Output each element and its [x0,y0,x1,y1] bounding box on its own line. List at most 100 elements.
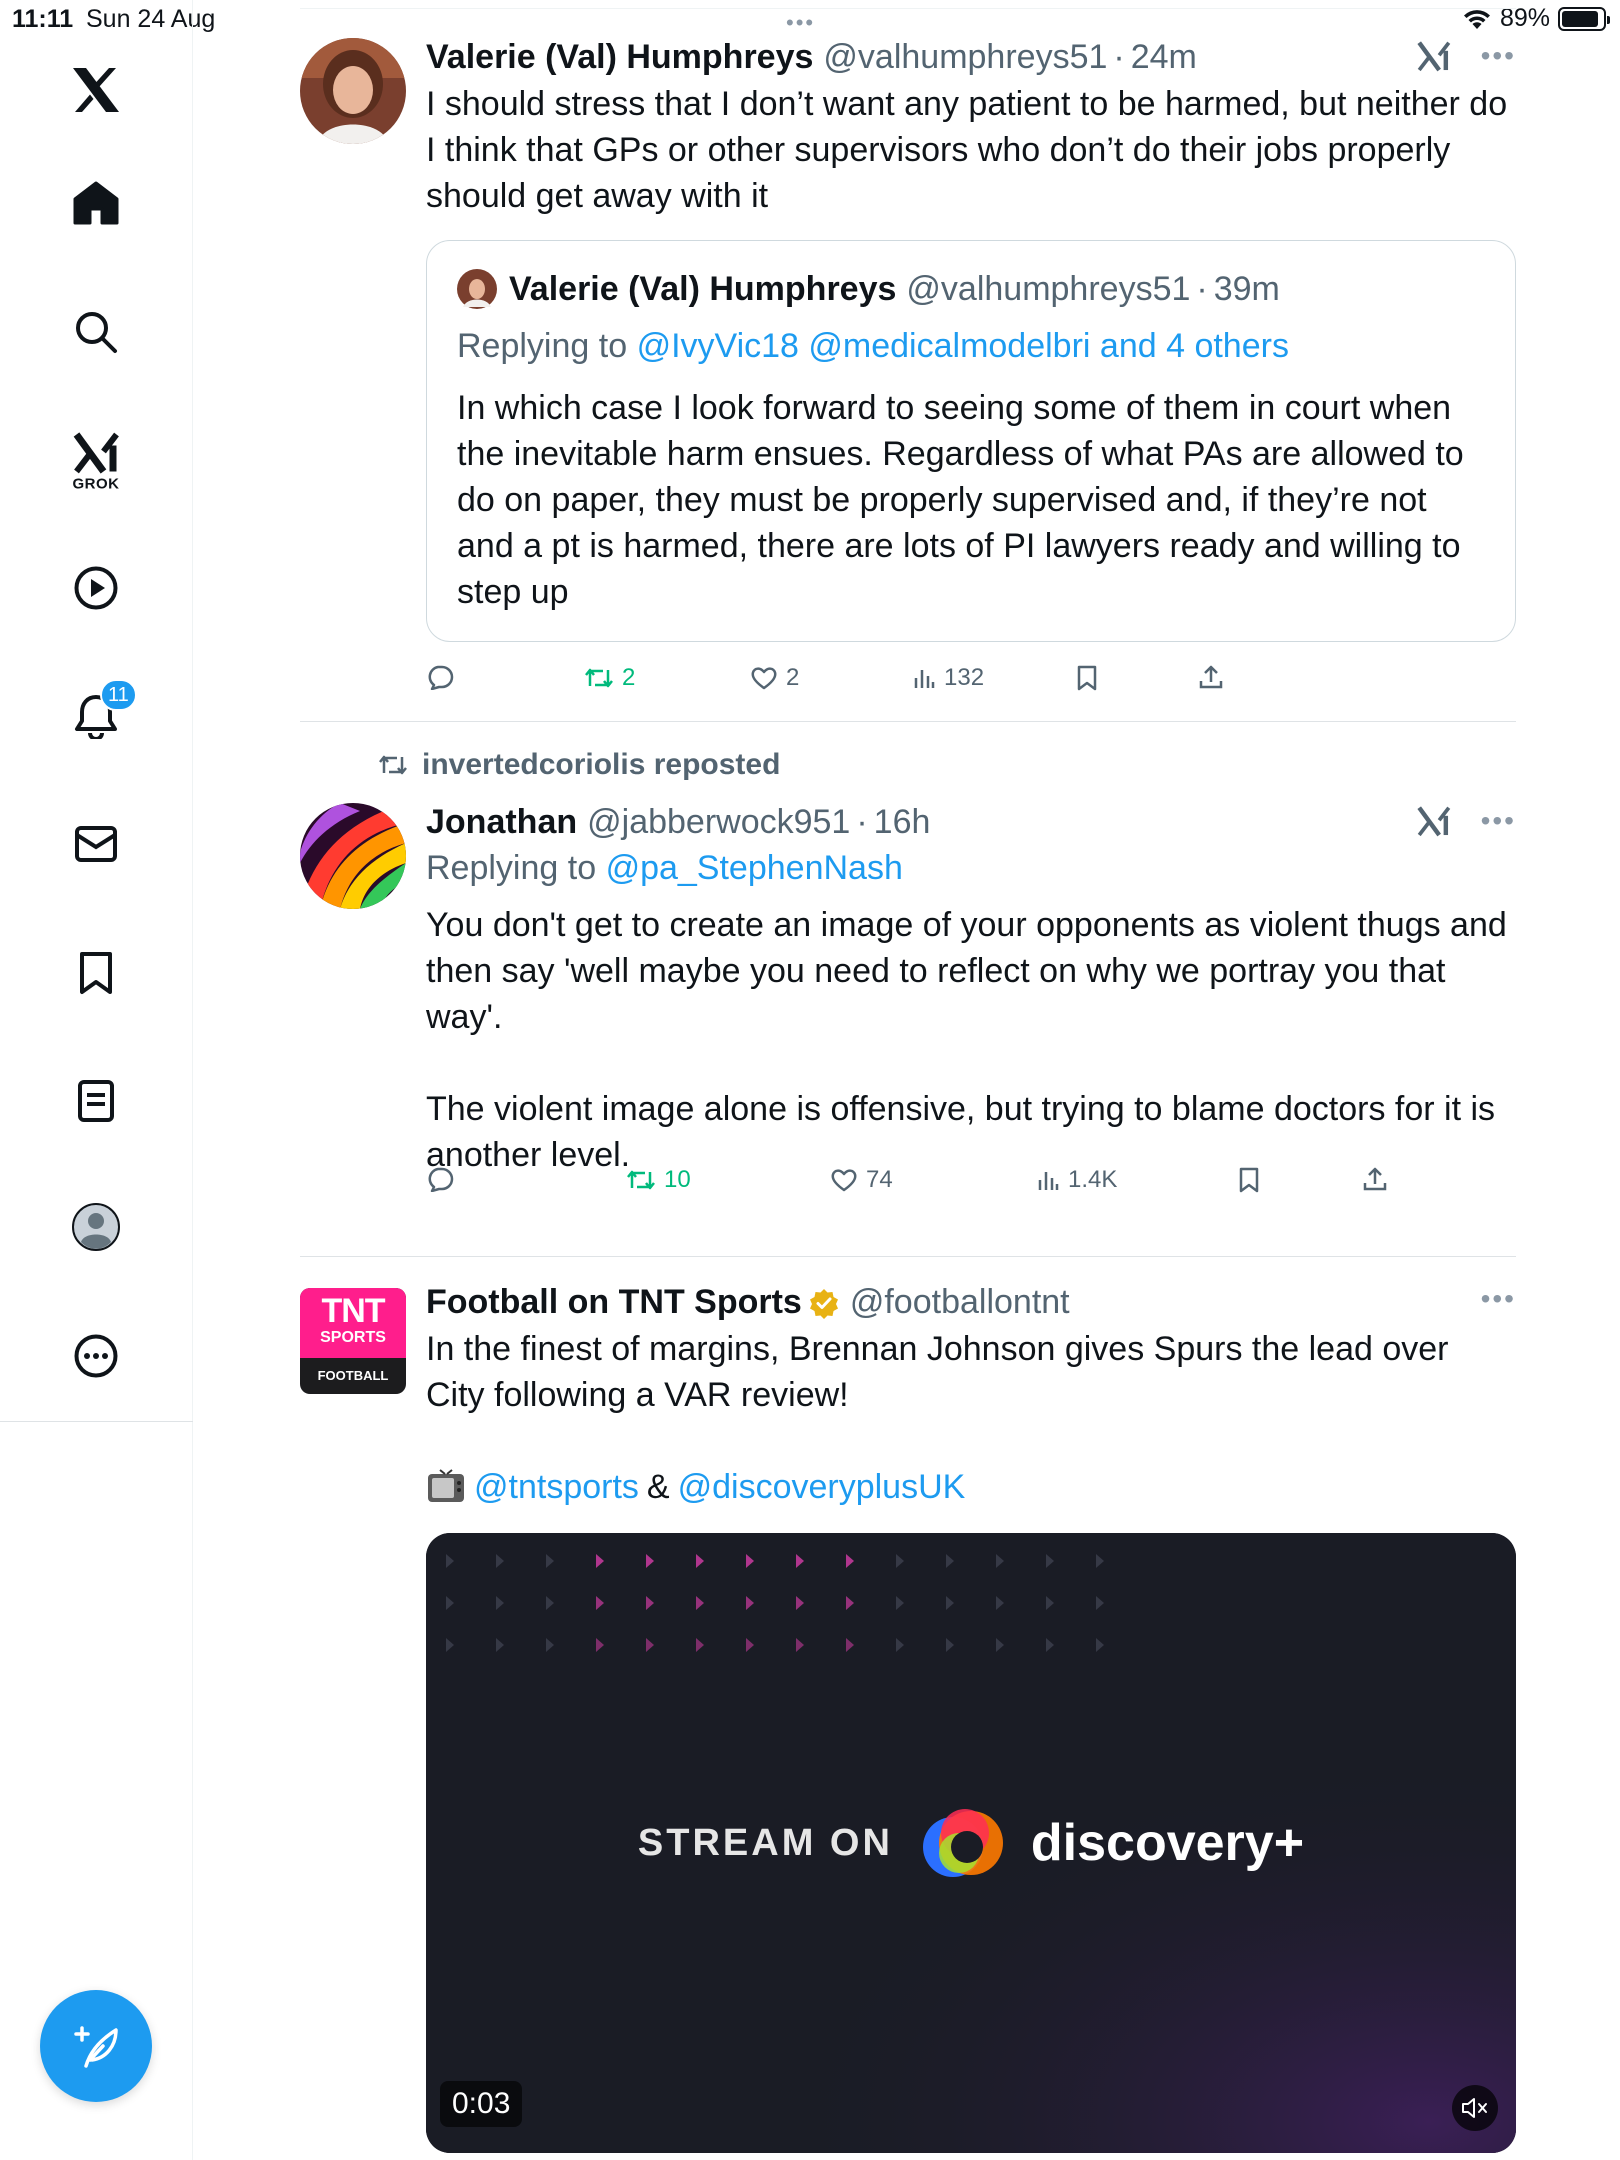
post-time[interactable]: 16h [874,803,931,842]
replying-to-handle[interactable]: @pa_StephenNash [606,849,903,887]
more-options-icon[interactable]: ••• [1481,40,1516,72]
profile-avatar-icon[interactable] [71,1202,121,1252]
home-icon[interactable] [73,181,119,225]
repost-count: 2 [622,664,636,691]
messages-mail-icon[interactable] [74,825,118,863]
post-tnt-sports[interactable]: TNT SPORTS FOOTBALL Football on TNT Spor… [300,1283,1516,2153]
avatar-tnt-text: TNT [321,1292,385,1330]
post-actions: 2 2 132 [426,664,1516,704]
more-options-icon[interactable]: ••• [1481,805,1516,837]
post-text: In the finest of margins, Brennan Johnso… [426,1330,1458,1414]
share-icon [1363,1167,1387,1191]
like-button[interactable]: 2 [750,664,799,692]
stream-on-text: STREAM ON [637,1821,893,1864]
top-divider [300,8,1516,9]
stream-on-banner: STREAM ON discovery+ [426,1803,1516,1883]
sidebar-divider [0,1421,193,1422]
views-button[interactable]: 132 [912,664,984,692]
quote-time: 39m [1213,269,1280,308]
post-text: You don't get to create an image of your… [426,906,1507,1174]
quote-text: In which case I look forward to seeing s… [457,389,1474,611]
replying-to-handles[interactable]: @IvyVic18 @medicalmodelbri and 4 others [637,327,1289,365]
video-play-icon[interactable] [73,565,119,611]
compose-post-button[interactable] [40,1990,152,2102]
views-chart-icon [914,670,935,688]
author-handle[interactable]: @footballontnt [850,1283,1070,1322]
bookmark-button[interactable] [1238,1166,1260,1194]
discovery-plus-text: discovery+ [1030,1814,1305,1872]
post-divider [300,1256,1516,1257]
grok-icon[interactable] [1417,803,1451,839]
post-valerie[interactable]: Valerie (Val) Humphreys @valhumphreys51 … [300,38,1517,691]
post-top-icons: ••• [1417,803,1516,839]
author-name[interactable]: Valerie (Val) Humphreys [426,38,813,77]
status-bar: 11:11 Sun 24 Aug ••• 89% [0,0,1620,40]
bookmark-icon [1239,1167,1259,1193]
views-count: 132 [944,664,985,691]
reply-icon [428,665,454,690]
reposted-by[interactable]: invertedcoriolis reposted [378,748,780,782]
avatar[interactable]: TNT SPORTS FOOTBALL [300,1288,406,1394]
post-text: I should stress that I don’t want any pa… [426,85,1517,215]
repost-icon [379,755,407,775]
video-timestamp: 0:03 [440,2081,523,2127]
quote-avatar [457,269,497,309]
replying-to: Replying to @pa_StephenNash [426,849,1516,888]
share-button[interactable] [1198,664,1224,690]
mute-button[interactable] [1452,2085,1498,2131]
more-options-icon[interactable]: ••• [1481,1283,1516,1315]
mention-discoveryplus[interactable]: @discoveryplusUK [678,1464,966,1510]
post-jonathan[interactable]: invertedcoriolis reposted Jonathan @jabb… [300,748,1516,1218]
grok-icon[interactable]: GROK [73,432,120,493]
replying-prefix: Replying to [426,849,597,887]
repost-button[interactable]: 2 [584,664,635,692]
post-divider [300,721,1516,722]
reply-button[interactable] [426,1166,454,1192]
post-mentions: @tntsports & @discoveryplusUK [426,1464,1516,1510]
share-icon [1199,665,1223,689]
separator-dot: · [1196,269,1208,308]
author-name[interactable]: Jonathan [426,803,577,842]
bookmarks-icon[interactable] [78,951,114,995]
sidebar: GROK 11 [0,0,193,2160]
television-icon [428,1469,464,1502]
mention-tntsports[interactable]: @tntsports [474,1464,639,1510]
grok-icon[interactable] [1417,38,1451,74]
heart-icon [831,1169,857,1192]
muted-speaker-icon [1462,2098,1487,2118]
repost-icon [627,1170,655,1190]
views-count: 1.4K [1068,1166,1118,1193]
author-handle[interactable]: @valhumphreys51 [823,38,1107,77]
video-player[interactable]: STREAM ON discovery+ 0:03 [426,1533,1516,2153]
like-button[interactable]: 74 [830,1166,893,1194]
reposted-by-label: invertedcoriolis reposted [422,748,781,781]
discovery-logo-icon [922,1809,1003,1877]
notification-badge: 11 [100,679,137,711]
views-button[interactable]: 1.4K [1036,1166,1117,1194]
notifications-bell-icon[interactable]: 11 [74,679,137,739]
avatar[interactable] [300,38,406,144]
quoted-post[interactable]: Valerie (Val) Humphreys @valhumphreys51 … [426,240,1516,642]
reply-button[interactable] [426,664,454,690]
author-name[interactable]: Football on TNT Sports [426,1283,802,1322]
share-button[interactable] [1362,1166,1388,1192]
post-time[interactable]: 24m [1131,38,1197,77]
replying-prefix: Replying to [457,327,628,365]
author-handle[interactable]: @jabberwock951 [587,803,850,842]
avatar-football-text: FOOTBALL [317,1368,389,1383]
post-top-icons: ••• [1417,38,1516,74]
wifi-icon [1463,9,1490,29]
lists-icon[interactable] [77,1079,115,1123]
more-circle-icon[interactable] [73,1333,119,1379]
multitask-dots-icon[interactable]: ••• [786,10,815,36]
bookmark-button[interactable] [1076,664,1098,692]
views-chart-icon [1038,1172,1059,1190]
avatar[interactable] [300,803,406,909]
repost-icon [585,668,613,688]
search-icon[interactable] [74,310,118,354]
x-logo-icon[interactable] [71,67,121,113]
like-count: 2 [786,664,800,691]
repost-button[interactable]: 10 [626,1166,691,1194]
separator-dot: · [1113,38,1125,76]
quote-author-name: Valerie (Val) Humphreys [509,269,897,308]
